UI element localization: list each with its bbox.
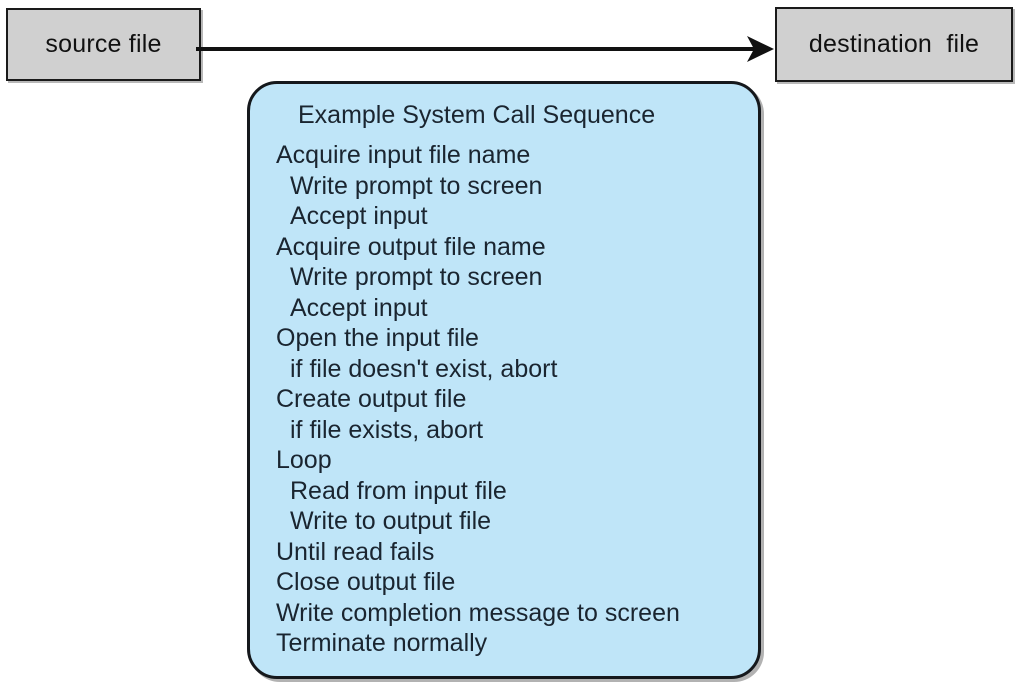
sequence-line: Terminate normally [276,629,488,657]
sequence-line: Write completion message to screen [276,598,680,627]
sequence-line: Acquire output file name [276,232,546,261]
sequence-line: Create output file [276,385,467,413]
sequence-panel-title: Example System Call Sequence [298,101,656,129]
sequence-line: Acquire input file name [276,141,531,169]
source-file-box: source file [6,8,201,81]
sequence-line: Close output file [276,568,456,596]
sequence-line: Open the input file [276,324,479,352]
sequence-line: Accept input [290,293,428,322]
sequence-line: Accept input [290,202,428,230]
sequence-line: Write to output file [290,507,492,535]
destination-file-label: destination file [808,30,980,58]
copy-flow-arrow-icon [196,36,774,62]
sequence-line: Until read fails [276,537,435,566]
example-system-call-sequence-panel: Example System Call Sequence Acquire inp… [247,81,761,679]
sequence-line: Read from input file [290,476,507,505]
sequence-line: Write prompt to screen [290,171,543,200]
sequence-line: if file exists, abort [290,415,484,444]
sequence-line: Loop [276,446,332,474]
source-file-label: source file [45,30,162,58]
sequence-line: if file doesn't exist, abort [290,354,558,383]
destination-file-box: destination file [775,7,1013,82]
system-call-sequence-list: Acquire input file name Write prompt to s… [276,140,750,659]
sequence-line: Write prompt to screen [290,263,543,291]
